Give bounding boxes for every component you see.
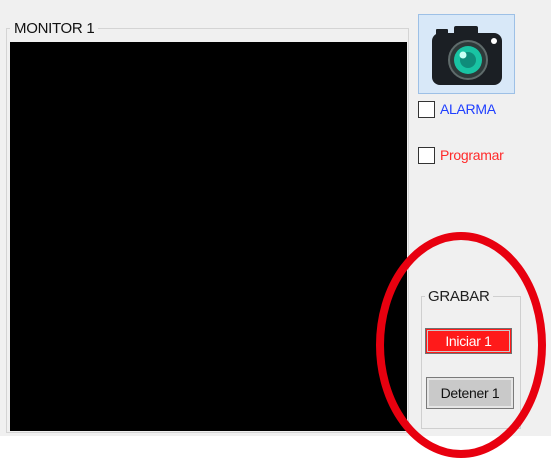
program-label: Programar — [440, 147, 504, 163]
video-display — [10, 42, 407, 431]
program-checkbox[interactable] — [418, 147, 435, 164]
monitor-title: MONITOR 1 — [10, 20, 99, 37]
camera-button[interactable] — [418, 14, 515, 94]
camera-icon — [432, 26, 502, 85]
alarm-label: ALARMA — [440, 101, 496, 117]
start-record-button[interactable]: Iniciar 1 — [425, 328, 512, 354]
stop-record-button[interactable]: Detener 1 — [426, 377, 514, 409]
panel-bottom-strip — [0, 436, 551, 463]
record-groupbox — [421, 296, 521, 429]
record-group-title: GRABAR — [425, 288, 493, 305]
alarm-checkbox[interactable] — [418, 101, 435, 118]
